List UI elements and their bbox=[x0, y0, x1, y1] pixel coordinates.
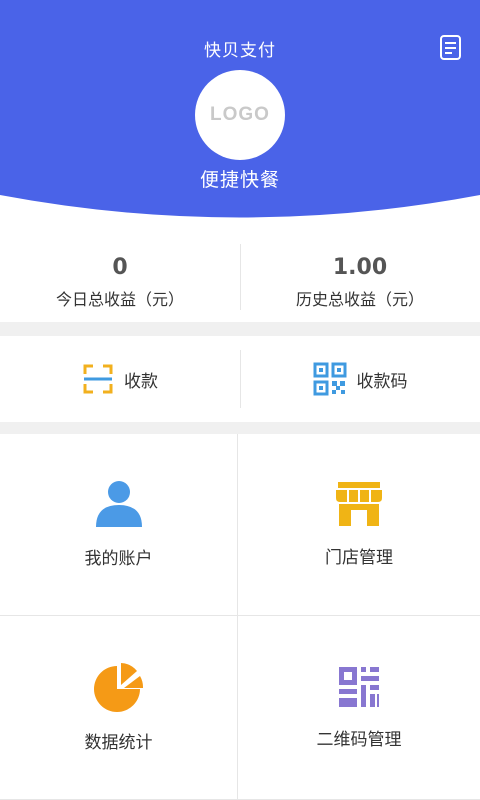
qr-code-management-label: 二维码管理 bbox=[316, 730, 402, 750]
quick-actions: 收款 收款码 bbox=[0, 336, 480, 422]
store-management-button[interactable]: 门店管理 bbox=[238, 434, 480, 616]
total-earnings-label: 历史总收益（元） bbox=[295, 290, 424, 309]
store-management-label: 门店管理 bbox=[325, 548, 393, 568]
payment-code-label: 收款码 bbox=[356, 371, 408, 392]
store-logo: LOGO bbox=[195, 70, 285, 160]
total-earnings: 1.00 历史总收益（元） bbox=[240, 240, 480, 320]
total-earnings-value: 1.00 bbox=[332, 255, 388, 280]
logo-text: LOGO bbox=[210, 104, 270, 125]
qr-code-icon bbox=[313, 362, 346, 396]
collect-payment-label: 收款 bbox=[124, 371, 158, 392]
section-divider bbox=[0, 322, 480, 336]
header: 快贝支付 LOGO 便捷快餐 bbox=[0, 0, 480, 230]
my-account-label: 我的账户 bbox=[84, 549, 153, 569]
collect-payment-button[interactable]: 收款 bbox=[0, 336, 240, 422]
user-icon bbox=[95, 481, 142, 527]
my-account-button[interactable]: 我的账户 bbox=[0, 434, 238, 616]
section-divider bbox=[0, 422, 480, 434]
earnings-summary: 0 今日总收益（元） 1.00 历史总收益（元） bbox=[0, 240, 480, 320]
store-name: 便捷快餐 bbox=[199, 169, 280, 191]
payment-code-button[interactable]: 收款码 bbox=[240, 336, 480, 422]
data-statistics-label: 数据统计 bbox=[84, 733, 153, 753]
today-earnings-value: 0 bbox=[112, 255, 128, 280]
qr-code-manage-icon bbox=[339, 667, 379, 707]
today-earnings-label: 今日总收益（元） bbox=[55, 290, 184, 309]
document-icon[interactable] bbox=[438, 34, 464, 62]
store-icon bbox=[336, 482, 382, 526]
function-grid: 我的账户 门店管理 数据统计 二维码管理 bbox=[0, 434, 480, 800]
pie-chart-icon bbox=[93, 663, 143, 712]
data-statistics-button[interactable]: 数据统计 bbox=[0, 616, 238, 800]
scan-icon bbox=[83, 364, 113, 394]
app-title: 快贝支付 bbox=[204, 41, 276, 61]
today-earnings: 0 今日总收益（元） bbox=[0, 240, 240, 320]
qr-code-management-button[interactable]: 二维码管理 bbox=[238, 616, 480, 800]
